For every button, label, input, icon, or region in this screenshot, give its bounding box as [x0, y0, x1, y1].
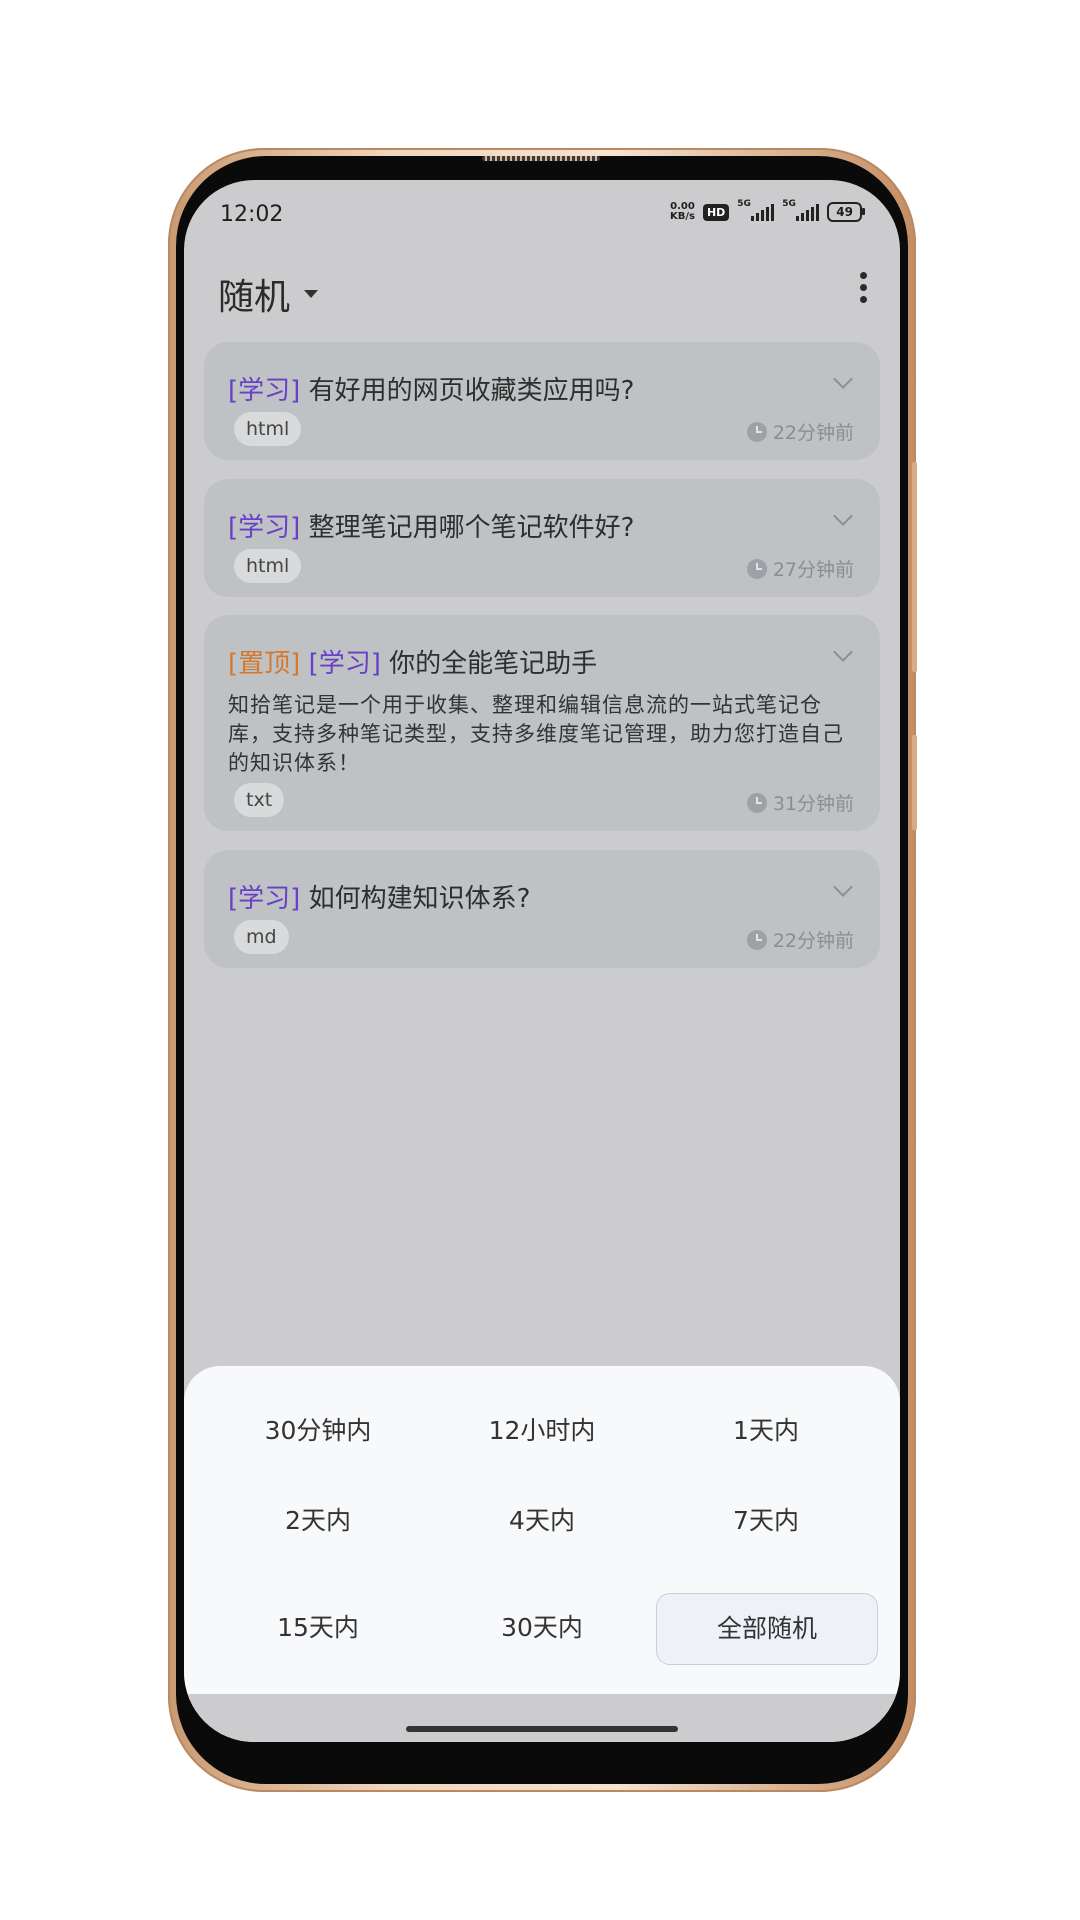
phone-screen: 12:02 0.00 KB/s HD 5G 5G 49 随机 [学习] 有好用的…	[184, 180, 900, 1742]
app-bar: 随机	[218, 260, 868, 330]
filter-option-30min[interactable]: 30分钟内	[208, 1396, 428, 1466]
chevron-down-icon[interactable]	[833, 877, 853, 897]
category-tag: [学习]	[228, 376, 301, 406]
note-type-chip: html	[234, 412, 302, 446]
status-time: 12:02	[220, 202, 284, 227]
mode-dropdown[interactable]: 随机	[218, 268, 290, 320]
category-tag: [学习]	[228, 513, 301, 543]
gesture-bar	[184, 1694, 900, 1742]
note-body: 知拾笔记是一个用于收集、整理和编辑信息流的一站式笔记仓库，支持多种笔记类型，支持…	[228, 693, 844, 775]
clock-icon	[746, 929, 767, 950]
clock-icon	[746, 792, 767, 813]
power-button	[912, 735, 917, 830]
note-timestamp: 27分钟前	[746, 555, 854, 582]
category-tag: [学习]	[308, 649, 381, 679]
filter-option-2d[interactable]: 2天内	[208, 1486, 428, 1556]
note-title-line: [学习] 整理笔记用哪个笔记软件好?	[228, 507, 634, 544]
note-type-chip: html	[234, 549, 302, 583]
note-title: 如何构建知识体系?	[308, 884, 531, 914]
earpiece-speaker	[482, 156, 600, 161]
hd-voice-icon: HD	[702, 203, 730, 221]
filter-option-all-random[interactable]: 全部随机	[656, 1593, 878, 1665]
note-type-chip: md	[234, 920, 289, 954]
battery-icon: 49	[827, 202, 865, 222]
note-title-line: [置顶] [学习] 你的全能笔记助手	[228, 643, 597, 680]
status-bar: 12:02 0.00 KB/s HD 5G 5G 49	[184, 180, 900, 250]
note-title-line: [学习] 有好用的网页收藏类应用吗?	[228, 370, 634, 407]
caret-down-icon[interactable]	[304, 290, 318, 298]
note-type-chip: txt	[234, 783, 285, 817]
note-title: 你的全能笔记助手	[389, 649, 598, 679]
clock-icon	[746, 558, 767, 579]
home-indicator[interactable]	[406, 1726, 678, 1732]
note-card[interactable]: [学习] 整理笔记用哪个笔记软件好? html 27分钟前	[204, 479, 880, 597]
system-icons: 0.00 KB/s HD 5G 5G 49	[669, 199, 865, 222]
pin-tag: [置顶]	[228, 649, 301, 679]
category-tag: [学习]	[228, 884, 301, 914]
note-title: 整理笔记用哪个笔记软件好?	[308, 513, 635, 543]
filter-option-12h[interactable]: 12小时内	[432, 1396, 652, 1466]
note-card[interactable]: [学习] 如何构建知识体系? md 22分钟前	[204, 850, 880, 968]
chevron-down-icon[interactable]	[833, 642, 853, 662]
time-filter-sheet: 30分钟内 12小时内 1天内 2天内 4天内 7天内 15天内 30天内 全部…	[184, 1366, 900, 1742]
filter-option-1d[interactable]: 1天内	[656, 1396, 876, 1466]
note-title: 有好用的网页收藏类应用吗?	[308, 376, 635, 406]
signal-icon: 5G	[737, 199, 775, 221]
note-card-pinned[interactable]: [置顶] [学习] 你的全能笔记助手 知拾笔记是一个用于收集、整理和编辑信息流的…	[204, 615, 880, 831]
chevron-down-icon[interactable]	[833, 369, 853, 389]
more-vertical-icon[interactable]	[858, 272, 868, 312]
volume-button	[912, 462, 917, 672]
note-timestamp: 22分钟前	[746, 926, 854, 953]
note-timestamp: 31分钟前	[746, 789, 854, 816]
filter-option-4d[interactable]: 4天内	[432, 1486, 652, 1556]
chevron-down-icon[interactable]	[833, 506, 853, 526]
filter-option-15d[interactable]: 15天内	[208, 1593, 428, 1663]
clock-icon	[746, 421, 767, 442]
filter-option-7d[interactable]: 7天内	[656, 1486, 876, 1556]
filter-option-30d[interactable]: 30天内	[432, 1593, 652, 1663]
network-speed: 0.00 KB/s	[669, 201, 695, 222]
note-title-line: [学习] 如何构建知识体系?	[228, 878, 530, 915]
note-card[interactable]: [学习] 有好用的网页收藏类应用吗? html 22分钟前	[204, 342, 880, 460]
note-timestamp: 22分钟前	[746, 418, 854, 445]
signal-icon-2: 5G	[782, 199, 820, 221]
